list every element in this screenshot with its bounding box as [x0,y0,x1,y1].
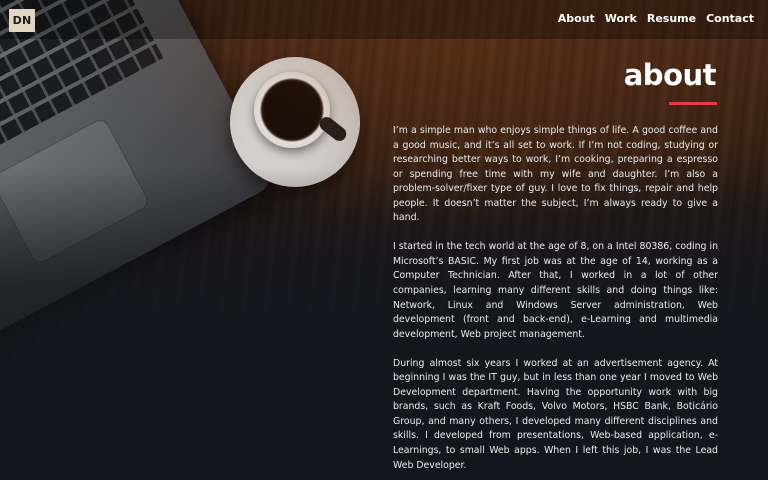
title-accent-underline [669,102,717,105]
about-paragraph-3: During almost six years I worked at an a… [393,357,718,471]
site-logo[interactable]: DN [9,9,35,32]
about-content: I’m a simple man who enjoys simple thing… [393,124,718,480]
about-paragraph-2: I started in the tech world at the age o… [393,241,718,340]
main-nav: About Work Resume Contact [558,12,754,25]
top-navbar: DN About Work Resume Contact [0,0,768,39]
nav-contact-link[interactable]: Contact [706,12,754,25]
about-paragraph-1: I’m a simple man who enjoys simple thing… [393,125,718,224]
nav-about-link[interactable]: About [558,12,595,25]
section-title: about [623,58,717,92]
nav-resume-link[interactable]: Resume [647,12,696,25]
nav-work-link[interactable]: Work [605,12,637,25]
